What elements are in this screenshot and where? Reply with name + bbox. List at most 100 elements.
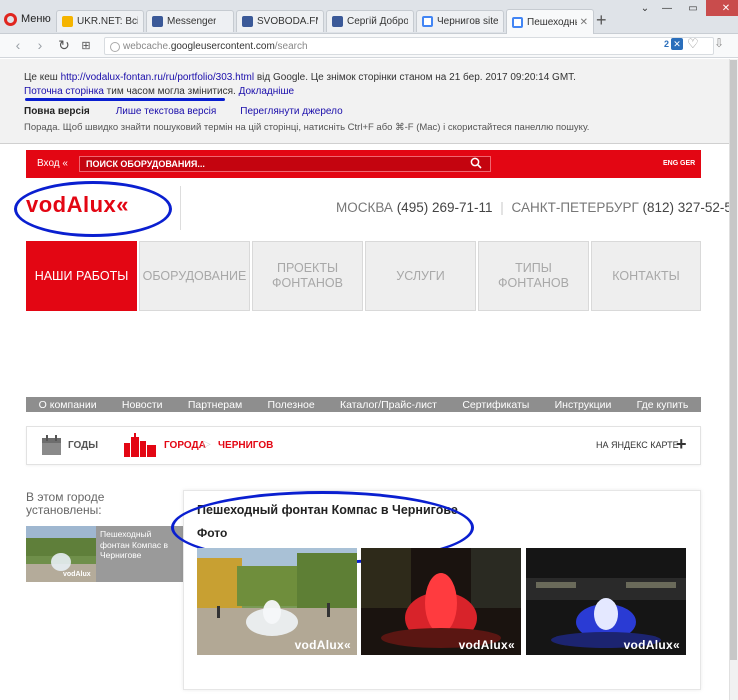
cache-version-links: Повна версія Лише текстова версія Переглян… bbox=[24, 106, 367, 117]
heart-icon[interactable]: ♡ bbox=[687, 36, 699, 52]
city-buildings-icon[interactable] bbox=[122, 433, 158, 457]
nav-tile-label: ОБОРУДОВАНИЕ bbox=[142, 268, 247, 283]
reload-icon[interactable]: ↻ bbox=[56, 37, 72, 53]
cache-prefix: Це кеш bbox=[24, 72, 61, 83]
nav-tile-label: ПРОЕКТЫ ФОНТАНОВ bbox=[272, 261, 343, 290]
sidebar-card-caption: Пешеходный фонтан Компас в Чернигове bbox=[100, 529, 168, 560]
msk-city: МОСКВА bbox=[336, 200, 393, 215]
tab-chernigov-search[interactable]: Чернигов site: bbox=[416, 10, 504, 32]
photo-watermark: vodAlux« bbox=[458, 638, 515, 652]
menu-about[interactable]: О компании bbox=[39, 399, 97, 411]
tab-serhii[interactable]: Сергій Доброві bbox=[326, 10, 414, 32]
ukrnet-favicon-icon bbox=[62, 16, 73, 27]
lang-ger-link[interactable]: GER bbox=[680, 160, 695, 167]
tab-label: Чернигов site: bbox=[437, 16, 498, 27]
scrollbar-thumb[interactable] bbox=[730, 60, 737, 660]
plus-icon[interactable]: + bbox=[676, 434, 687, 455]
back-icon[interactable]: ‹ bbox=[10, 37, 26, 53]
cache-suffix: від Google. Це знімок сторінки станом на… bbox=[254, 72, 576, 83]
fountain-photo-blue[interactable]: vodAlux« bbox=[526, 548, 686, 655]
search-icon[interactable] bbox=[470, 157, 482, 169]
google-favicon-icon bbox=[422, 16, 433, 27]
tab-label: Сергій Доброві bbox=[347, 16, 408, 27]
menu-certificates[interactable]: Сертификаты bbox=[462, 399, 529, 411]
url-field[interactable]: webcache. googleusercontent.com/search bbox=[104, 37, 714, 55]
facebook-favicon-icon bbox=[242, 16, 253, 27]
cities-filter[interactable]: ГОРОДА bbox=[164, 440, 206, 451]
header-divider bbox=[180, 186, 181, 230]
spb-phone[interactable]: (812) 327-52-52 bbox=[643, 200, 738, 215]
thumb-watermark: vodAlux bbox=[63, 571, 91, 578]
menu-useful[interactable]: Полезное bbox=[268, 399, 315, 411]
minimize-icon[interactable]: — bbox=[654, 0, 680, 16]
spb-city: САНКТ-ПЕТЕРБУРГ bbox=[511, 200, 639, 215]
phone-numbers: МОСКВА (495) 269-71-11 | САНКТ-ПЕТЕРБУРГ… bbox=[336, 200, 738, 215]
url-host: googleusercontent.com bbox=[170, 40, 275, 52]
yandex-map-link[interactable]: НА ЯНДЕКС КАРТЕ bbox=[596, 440, 679, 450]
years-filter[interactable]: ГОДЫ bbox=[68, 440, 98, 451]
opera-menu-button[interactable]: Меню bbox=[4, 10, 51, 28]
new-tab-button[interactable]: + bbox=[596, 10, 607, 31]
download-icon[interactable]: ⇩ bbox=[714, 36, 724, 50]
menu-label: Меню bbox=[21, 13, 51, 25]
nav-tile-contacts[interactable]: КОНТАКТЫ bbox=[591, 241, 701, 311]
url-prefix: webcache. bbox=[123, 40, 171, 52]
photo-watermark: vodAlux« bbox=[294, 638, 351, 652]
speed-dial-icon[interactable]: ⊞ bbox=[78, 37, 94, 53]
nav-tile-services[interactable]: УСЛУГИ bbox=[365, 241, 476, 311]
google-favicon-icon bbox=[512, 16, 523, 28]
nav-tile-equipment[interactable]: ОБОРУДОВАНИЕ bbox=[139, 241, 250, 311]
cache-changed-text: тим часом могла змінитися. bbox=[103, 86, 239, 97]
tab-label: Пешеходный ф bbox=[527, 16, 577, 28]
menu-partners[interactable]: Партнерам bbox=[188, 399, 242, 411]
tab-messenger[interactable]: Messenger bbox=[146, 10, 234, 32]
tab-label: SVOBODA.FM bbox=[257, 16, 318, 27]
facebook-favicon-icon bbox=[152, 16, 163, 27]
nav-tile-fountain-types[interactable]: ТИПЫ ФОНТАНОВ bbox=[478, 241, 589, 311]
menu-where-to-buy[interactable]: Где купить bbox=[637, 399, 689, 411]
nav-tile-label: КОНТАКТЫ bbox=[612, 268, 680, 283]
cache-tip: Порада. Щоб швидко знайти пошуковий терм… bbox=[24, 122, 590, 133]
maximize-icon[interactable]: ▭ bbox=[680, 0, 706, 16]
tab-active-fountain[interactable]: Пешеходный ф ✕ bbox=[506, 9, 594, 34]
adblock-icon[interactable]: ✕ bbox=[671, 38, 683, 50]
tab-label: UKR.NET: Всі н bbox=[77, 16, 138, 27]
breadcrumb-separator-icon: ▷ bbox=[203, 439, 211, 450]
menu-catalog[interactable]: Каталог/Прайс-лист bbox=[340, 399, 437, 411]
current-city[interactable]: ЧЕРНИГОВ bbox=[218, 440, 273, 451]
opera-logo-icon bbox=[4, 12, 17, 26]
menu-news[interactable]: Новости bbox=[122, 399, 163, 411]
nav-tile-label: НАШИ РАБОТЫ bbox=[34, 268, 129, 283]
equipment-search-input[interactable]: ПОИСК ОБОРУДОВАНИЯ... bbox=[79, 156, 491, 172]
view-source-link[interactable]: Переглянути джерело bbox=[240, 106, 342, 117]
calendar-icon[interactable] bbox=[41, 434, 62, 456]
nav-tile-projects[interactable]: ПРОЕКТЫ ФОНТАНОВ bbox=[252, 241, 363, 311]
tab-label: Messenger bbox=[167, 16, 217, 27]
current-page-link[interactable]: Поточна сторінка bbox=[24, 86, 104, 97]
full-version-label: Повна версія bbox=[24, 106, 90, 117]
msk-phone[interactable]: (495) 269-71-11 bbox=[397, 200, 493, 215]
annotation-underline bbox=[25, 98, 225, 101]
text-version-link[interactable]: Лише текстова версія bbox=[116, 106, 217, 117]
fountain-photo-red[interactable]: vodAlux« bbox=[361, 548, 521, 655]
search-placeholder: ПОИСК ОБОРУДОВАНИЯ... bbox=[86, 159, 205, 169]
nav-tile-label: УСЛУГИ bbox=[396, 268, 445, 283]
adblock-count: 2 bbox=[664, 39, 670, 49]
forward-icon[interactable]: › bbox=[32, 37, 48, 53]
cached-url-link[interactable]: http://vodalux-fontan.ru/ru/portfolio/30… bbox=[61, 72, 254, 83]
tab-ukrnet[interactable]: UKR.NET: Всі н bbox=[56, 10, 144, 32]
sidebar-title: В этом городе установлены: bbox=[26, 490, 105, 517]
lang-eng-link[interactable]: ENG bbox=[663, 160, 678, 167]
nav-tile-our-works[interactable]: НАШИ РАБОТЫ bbox=[26, 241, 137, 311]
globe-icon bbox=[110, 42, 120, 52]
fountain-photo-day[interactable]: vodAlux« bbox=[197, 548, 357, 655]
more-info-link[interactable]: Докладніше bbox=[239, 86, 295, 97]
secondary-menu: О компании Новости Партнерам Полезное Ка… bbox=[26, 397, 701, 412]
close-tab-icon[interactable]: ✕ bbox=[577, 17, 588, 28]
menu-instructions[interactable]: Инструкции bbox=[555, 399, 612, 411]
login-link[interactable]: Вход « bbox=[37, 158, 68, 169]
close-window-icon[interactable]: ✕ bbox=[706, 0, 738, 16]
tab-svoboda[interactable]: SVOBODA.FM bbox=[236, 10, 324, 32]
url-path: /search bbox=[274, 40, 308, 52]
cache-current-line: Поточна сторінка тим часом могла змінити… bbox=[24, 86, 294, 97]
